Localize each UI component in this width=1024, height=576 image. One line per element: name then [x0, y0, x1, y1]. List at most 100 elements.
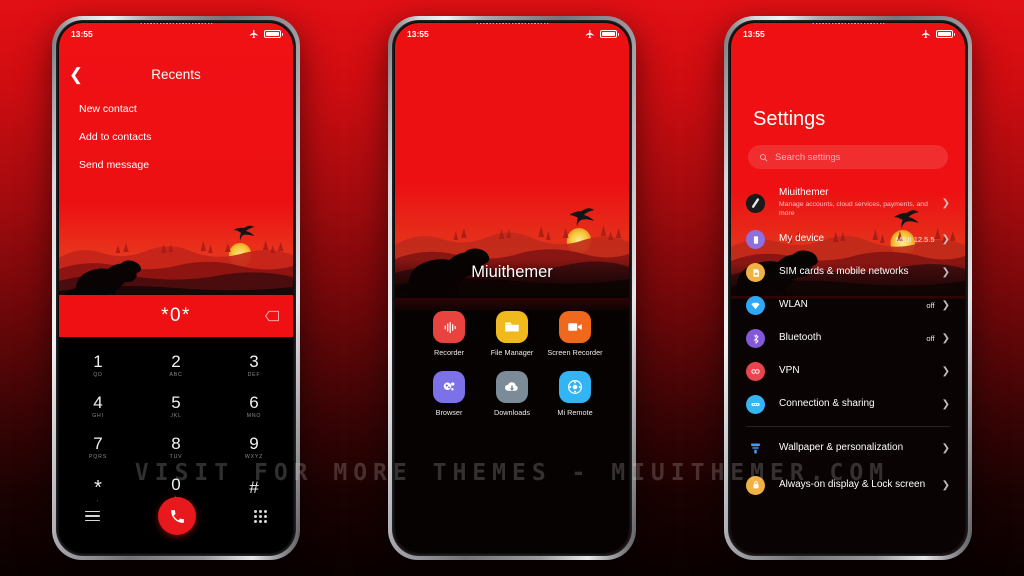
settings-item-wallpaper[interactable]: Wallpaper & personalization ❯	[731, 432, 965, 465]
key-letters: GHI	[92, 413, 104, 420]
key-letters: QD	[93, 372, 103, 379]
search-settings-input[interactable]: Search settings	[748, 145, 948, 169]
page-title: Settings	[753, 108, 826, 130]
key-9[interactable]: 9 WXYZ	[215, 427, 293, 468]
key-1[interactable]: 1 QD	[59, 345, 137, 386]
key-digit: 3	[249, 351, 259, 371]
app-mi-remote[interactable]: Mi Remote	[547, 371, 603, 417]
page-title: Recents	[151, 66, 201, 82]
settings-item-value: off	[926, 301, 935, 310]
key-letters: ABC	[169, 372, 183, 379]
video-camera-icon	[559, 311, 591, 343]
backspace-icon[interactable]	[265, 310, 279, 322]
app-row: Recorder File Manager Screen Recorder	[421, 311, 603, 357]
key-digit: 4	[93, 392, 103, 412]
key-3[interactable]: 3 DEF	[215, 345, 293, 386]
recorder-icon	[433, 311, 465, 343]
keypad-row: 4 GHI 5 JKL 6 MNO	[59, 386, 293, 427]
device-icon	[746, 230, 765, 249]
settings-item-label: My device	[779, 233, 825, 245]
settings-item-bluetooth[interactable]: Bluetooth off ❯	[731, 322, 965, 355]
battery-full-icon	[936, 30, 955, 38]
hamburger-menu-icon[interactable]	[85, 510, 100, 522]
app-recorder[interactable]: Recorder	[421, 311, 477, 357]
sim-card-icon	[746, 263, 765, 282]
status-time: 13:55	[407, 29, 429, 39]
wallpaper-icon	[746, 439, 765, 458]
settings-item-wlan[interactable]: WLAN off ❯	[731, 289, 965, 322]
key-4[interactable]: 4 GHI	[59, 386, 137, 427]
key-7[interactable]: 7 PQRS	[59, 427, 137, 468]
battery-full-icon	[264, 30, 283, 38]
app-label: Recorder	[433, 348, 464, 357]
status-icons	[585, 29, 619, 39]
settings-item-my-device[interactable]: My device MIUI 12.5.5 ❯	[731, 223, 965, 256]
status-icons	[249, 29, 283, 39]
settings-item-always-on-display[interactable]: Always-on display & Lock screen ❯	[731, 465, 965, 505]
key-digit: 2	[171, 351, 181, 371]
key-digit: 5	[171, 392, 181, 412]
key-letters: TUV	[169, 454, 183, 461]
settings-item-label: Bluetooth	[779, 332, 822, 344]
chevron-right-icon: ❯	[941, 479, 950, 491]
settings-item-body: Connection & sharing	[779, 398, 942, 411]
phone-bezel-inner: 13:55	[392, 20, 632, 556]
settings-item-label: Wallpaper & personalization	[779, 442, 904, 454]
app-browser[interactable]: Browser	[421, 371, 477, 417]
app-screen-recorder[interactable]: Screen Recorder	[547, 311, 603, 357]
status-bar: 13:55	[731, 23, 965, 45]
dialer-action-bar	[59, 495, 293, 537]
chevron-right-icon: ❯	[941, 267, 950, 278]
chevron-right-icon: ❯	[941, 197, 950, 209]
account-avatar-icon	[746, 193, 765, 213]
chevron-right-icon: ❯	[941, 366, 950, 377]
key-8[interactable]: 8 TUV	[137, 427, 215, 468]
settings-item-miuithemer[interactable]: Miuithemer Manage accounts, cloud servic…	[731, 183, 965, 223]
airplane-mode-icon	[921, 29, 930, 39]
menu-item-send-message[interactable]: Send message	[59, 151, 293, 179]
settings-item-sim-cards[interactable]: SIM cards & mobile networks ❯	[731, 256, 965, 289]
dialpad-grid-icon[interactable]	[254, 509, 267, 523]
settings-item-body: VPN	[779, 365, 942, 378]
earpiece-speaker-icon	[139, 23, 213, 24]
dial-number-bar: *0*	[59, 295, 293, 337]
earpiece-speaker-icon	[811, 23, 885, 24]
earpiece-speaker-icon	[475, 23, 549, 24]
settings-item-label: Always-on display & Lock screen	[779, 478, 926, 490]
settings-item-body: My device	[779, 233, 896, 246]
settings-item-vpn[interactable]: VPN ❯	[731, 355, 965, 388]
settings-item-label: Connection & sharing	[779, 398, 875, 410]
home-screen-phone: 13:55 Miuithemer Recorder File Manager S…	[388, 16, 636, 560]
app-row: Browser Downloads Mi Remote	[421, 371, 603, 417]
menu-item-add-to-contacts[interactable]: Add to contacts	[59, 123, 293, 151]
settings-item-body: Miuithemer Manage accounts, cloud servic…	[779, 187, 942, 219]
settings-item-label: SIM cards & mobile networks	[779, 266, 909, 278]
dialed-number: *0*	[161, 305, 191, 326]
key-letters: MNO	[246, 413, 262, 420]
settings-screen: 13:55 Settings Search settings Miuitheme…	[731, 23, 965, 553]
lock-icon	[746, 475, 765, 495]
dialer-menu-list: New contact Add to contacts Send message	[59, 95, 293, 179]
key-5[interactable]: 5 JKL	[137, 386, 215, 427]
phone-bezel-inner: 13:55	[728, 20, 968, 556]
status-time: 13:55	[743, 29, 765, 39]
key-2[interactable]: 2 ABC	[137, 345, 215, 386]
key-digit: 1	[93, 351, 103, 371]
app-label: Mi Remote	[557, 408, 593, 418]
status-time: 13:55	[71, 29, 93, 39]
chevron-right-icon: ❯	[941, 234, 950, 245]
call-button[interactable]	[158, 497, 196, 535]
app-downloads[interactable]: Downloads	[484, 371, 540, 417]
connection-sharing-icon	[746, 395, 765, 414]
settings-item-value: off	[926, 334, 935, 343]
dino-wallpaper	[59, 203, 293, 295]
settings-item-connection-sharing[interactable]: Connection & sharing ❯	[731, 388, 965, 421]
search-placeholder: Search settings	[775, 151, 841, 163]
menu-item-new-contact[interactable]: New contact	[59, 95, 293, 123]
dialer-phone: 13:55 ❮ Recents New contact Add to conta…	[52, 16, 300, 560]
app-file-manager[interactable]: File Manager	[484, 311, 540, 357]
key-6[interactable]: 6 MNO	[215, 386, 293, 427]
settings-divider	[746, 426, 950, 427]
settings-item-subtitle: Manage accounts, cloud services, payment…	[779, 201, 928, 217]
phone-call-icon	[170, 509, 184, 523]
